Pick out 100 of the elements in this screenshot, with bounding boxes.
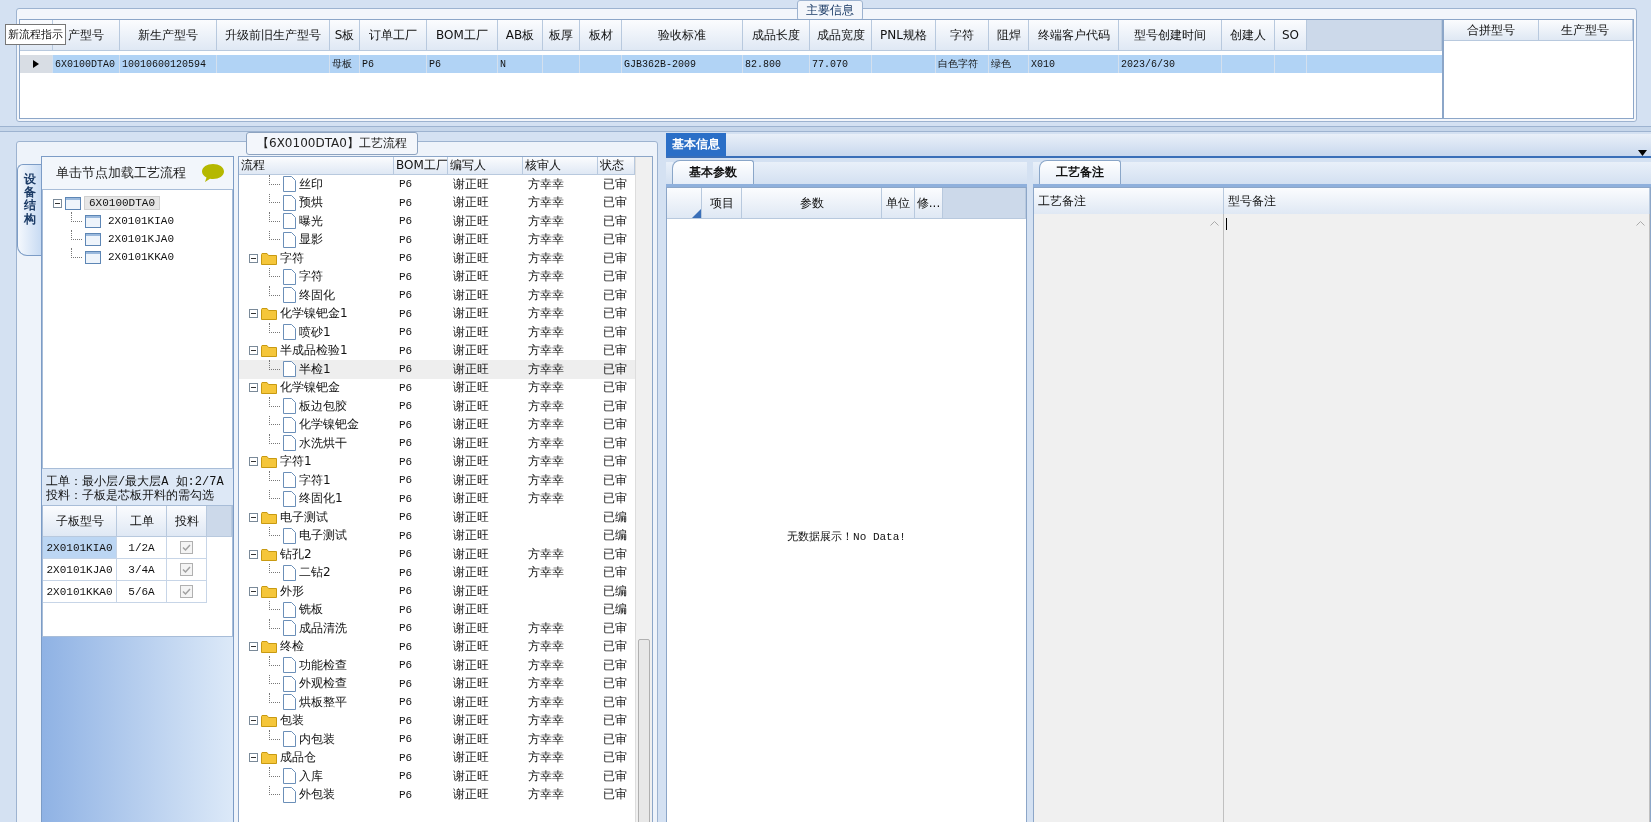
- process-name[interactable]: 成品仓: [280, 749, 316, 767]
- column-header[interactable]: 型号创建时间: [1119, 20, 1222, 51]
- column-header[interactable]: 子板型号: [43, 506, 117, 537]
- tree-node[interactable]: 2X0101KJA0: [104, 233, 178, 245]
- column-header[interactable]: 流程: [239, 157, 394, 175]
- process-name[interactable]: 水洗烘干: [299, 434, 347, 452]
- tree-node[interactable]: 2X0101KIA0: [104, 215, 178, 227]
- process-name[interactable]: 终固化1: [299, 490, 343, 508]
- collapse-icon[interactable]: [249, 383, 258, 393]
- column-header[interactable]: 参数: [742, 188, 882, 219]
- process-name[interactable]: 化学镍钯金: [280, 379, 340, 397]
- column-header[interactable]: 工单: [117, 506, 167, 537]
- process-name[interactable]: 半成品检验1: [280, 342, 348, 360]
- column-header[interactable]: 验收标准: [622, 20, 743, 51]
- process-name[interactable]: 化学镍钯金: [299, 416, 359, 434]
- process-name[interactable]: 二钻2: [299, 564, 331, 582]
- collapse-icon[interactable]: [249, 309, 258, 319]
- column-header[interactable]: 终端客户代码: [1029, 20, 1119, 51]
- column-header[interactable]: S板: [330, 20, 360, 51]
- process-name[interactable]: 包装: [280, 712, 304, 730]
- table-row[interactable]: 6X0100DTA0 10010600120594 母板 P6 P6 N GJB362B-2009 82.800 77.070 白色字符 绿色 X010 2023/6/30: [20, 55, 1442, 73]
- collapse-icon[interactable]: [249, 512, 258, 522]
- column-header[interactable]: 单位: [882, 188, 915, 219]
- scrollbar[interactable]: [635, 157, 652, 822]
- column-header[interactable]: 修...: [915, 188, 943, 219]
- process-name[interactable]: 曝光: [299, 212, 323, 230]
- column-header[interactable]: 合拼型号: [1444, 20, 1539, 41]
- process-name[interactable]: 字符: [280, 249, 304, 267]
- process-name[interactable]: 字符: [299, 268, 323, 286]
- column-header[interactable]: 状态: [598, 157, 635, 175]
- tree-node[interactable]: 2X0101KKA0: [104, 251, 178, 263]
- row-header[interactable]: [20, 55, 53, 73]
- process-name[interactable]: 板边包胶: [299, 397, 347, 415]
- dropdown-icon[interactable]: [1638, 150, 1647, 156]
- table-cell[interactable]: 2X0101KIA0: [43, 537, 117, 559]
- table-cell[interactable]: 2X0101KKA0: [43, 581, 117, 603]
- column-header[interactable]: 投料: [167, 506, 207, 537]
- process-name[interactable]: 喷砂1: [299, 323, 331, 341]
- column-header[interactable]: 阻焊: [989, 20, 1029, 51]
- table-cell[interactable]: 2X0101KJA0: [43, 559, 117, 581]
- column-header[interactable]: AB板: [498, 20, 543, 51]
- process-name[interactable]: 字符1: [299, 471, 331, 489]
- column-header[interactable]: 成品宽度: [810, 20, 872, 51]
- process-name[interactable]: 入库: [299, 767, 323, 785]
- collapse-icon[interactable]: [249, 457, 258, 467]
- process-name[interactable]: 外包装: [299, 786, 335, 804]
- column-header[interactable]: 生产型号: [1538, 20, 1633, 41]
- process-name[interactable]: 终检: [280, 638, 304, 656]
- panel-tab[interactable]: 工艺备注: [1039, 160, 1121, 184]
- collapse-icon[interactable]: [249, 753, 258, 763]
- process-name[interactable]: 钻孔2: [280, 545, 312, 563]
- panel-tab[interactable]: 基本参数: [672, 160, 754, 184]
- remark-field[interactable]: [1224, 214, 1650, 822]
- process-name[interactable]: 外观检查: [299, 675, 347, 693]
- tree-node[interactable]: 6X0100DTA0: [84, 196, 160, 210]
- process-name[interactable]: 终固化: [299, 286, 335, 304]
- collapse-icon[interactable]: [249, 253, 258, 263]
- collapse-icon[interactable]: [249, 346, 258, 356]
- column-header[interactable]: PNL规格: [872, 20, 936, 51]
- column-header[interactable]: BOM工厂: [394, 157, 448, 175]
- process-name[interactable]: 铣板: [299, 601, 323, 619]
- column-header[interactable]: 字符: [936, 20, 989, 51]
- process-name[interactable]: 内包装: [299, 730, 335, 748]
- process-name[interactable]: 半检1: [299, 360, 331, 378]
- column-header[interactable]: 项目: [702, 188, 742, 219]
- panel-tab[interactable]: 基本信息: [666, 133, 726, 156]
- column-header[interactable]: 板材: [580, 20, 622, 51]
- column-header[interactable]: 创建人: [1222, 20, 1275, 51]
- process-name[interactable]: 外形: [280, 582, 304, 600]
- collapse-icon[interactable]: [249, 586, 258, 596]
- column-header[interactable]: 工艺备注: [1034, 188, 1224, 215]
- process-name[interactable]: 电子测试: [299, 527, 347, 545]
- checkbox[interactable]: [180, 541, 193, 554]
- process-name[interactable]: 电子测试: [280, 508, 328, 526]
- collapse-icon[interactable]: [249, 716, 258, 726]
- process-name[interactable]: 化学镍钯金1: [280, 305, 348, 323]
- column-header[interactable]: SO: [1275, 20, 1307, 51]
- process-name[interactable]: 烘板整平: [299, 693, 347, 711]
- column-header[interactable]: 板厚: [543, 20, 580, 51]
- column-header[interactable]: 核审人: [523, 157, 598, 175]
- checkbox[interactable]: [180, 563, 193, 576]
- column-header[interactable]: 编写人: [448, 157, 523, 175]
- collapse-icon[interactable]: [249, 642, 258, 652]
- column-header[interactable]: 成品长度: [743, 20, 810, 51]
- process-name[interactable]: 功能检查: [299, 656, 347, 674]
- collapse-icon[interactable]: [53, 198, 62, 208]
- process-name[interactable]: 字符1: [280, 453, 312, 471]
- column-header[interactable]: 升级前旧生产型号: [217, 20, 330, 51]
- remark-field[interactable]: [1034, 214, 1224, 822]
- checkbox[interactable]: [180, 585, 193, 598]
- process-name[interactable]: 丝印: [299, 175, 323, 193]
- side-tab[interactable]: 设备结构: [17, 164, 41, 256]
- column-header[interactable]: 新生产型号: [120, 20, 217, 51]
- process-name[interactable]: 成品清洗: [299, 619, 347, 637]
- collapse-icon[interactable]: [249, 549, 258, 559]
- column-header[interactable]: BOM工厂: [427, 20, 498, 51]
- column-header[interactable]: 型号备注: [1224, 188, 1650, 215]
- column-header[interactable]: 订单工厂: [360, 20, 427, 51]
- process-name[interactable]: 预烘: [299, 194, 323, 212]
- process-name[interactable]: 显影: [299, 231, 323, 249]
